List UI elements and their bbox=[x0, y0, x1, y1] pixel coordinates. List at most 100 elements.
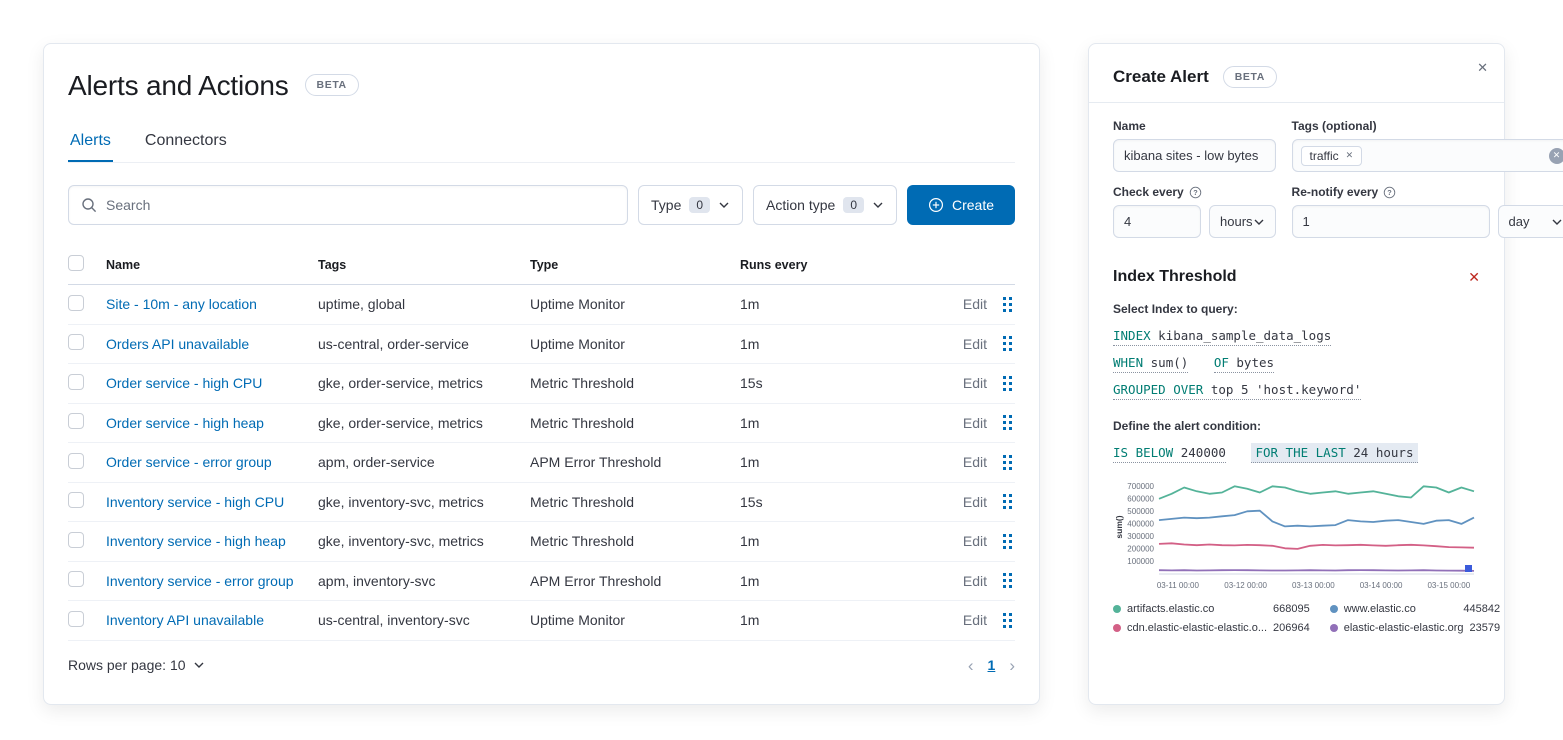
is-below-expression-button[interactable]: IS BELOW 240000 bbox=[1113, 445, 1226, 463]
edit-link[interactable]: Edit bbox=[935, 573, 987, 589]
svg-text:03-15 00:00: 03-15 00:00 bbox=[1427, 581, 1470, 590]
check-every-unit-select[interactable]: hours bbox=[1209, 205, 1276, 238]
actions-menu-icon[interactable] bbox=[987, 376, 1015, 391]
edit-link[interactable]: Edit bbox=[935, 336, 987, 352]
close-icon[interactable]: ✕ bbox=[1477, 60, 1488, 76]
actions-menu-icon[interactable] bbox=[987, 297, 1015, 312]
row-checkbox[interactable] bbox=[68, 611, 84, 627]
column-header-type[interactable]: Type bbox=[530, 258, 740, 272]
grouped-over-expression-button[interactable]: GROUPED OVER top 5 'host.keyword' bbox=[1113, 382, 1361, 400]
alert-name-link[interactable]: Inventory service - high heap bbox=[106, 533, 318, 549]
renotify-every-unit-select[interactable]: day bbox=[1498, 205, 1563, 238]
column-header-tags[interactable]: Tags bbox=[318, 258, 530, 272]
renotify-every-unit-value: day bbox=[1509, 214, 1530, 229]
table-row: Inventory service - high CPU gke, invent… bbox=[68, 483, 1015, 523]
row-checkbox[interactable] bbox=[68, 374, 84, 390]
edit-link[interactable]: Edit bbox=[935, 296, 987, 312]
page-number[interactable]: 1 bbox=[988, 657, 996, 673]
alert-tags: gke, order-service, metrics bbox=[318, 375, 530, 391]
tags-input[interactable]: traffic ✕ ✕ bbox=[1292, 139, 1563, 172]
tag-pill[interactable]: traffic ✕ bbox=[1301, 146, 1363, 166]
chevron-down-icon bbox=[1551, 216, 1563, 228]
action-type-filter-button[interactable]: Action type 0 bbox=[753, 185, 897, 225]
actions-menu-icon[interactable] bbox=[987, 455, 1015, 470]
row-checkbox[interactable] bbox=[68, 413, 84, 429]
alerts-table: Name Tags Type Runs every Site - 10m - a… bbox=[68, 249, 1015, 641]
alert-name-link[interactable]: Order service - error group bbox=[106, 454, 318, 470]
row-checkbox[interactable] bbox=[68, 334, 84, 350]
renotify-every-value-input[interactable] bbox=[1292, 205, 1490, 238]
name-input[interactable] bbox=[1113, 139, 1276, 172]
alert-name-link[interactable]: Order service - high CPU bbox=[106, 375, 318, 391]
create-button[interactable]: Create bbox=[907, 185, 1015, 225]
remove-alert-type-icon[interactable]: ✕ bbox=[1468, 269, 1480, 286]
column-header-name[interactable]: Name bbox=[106, 258, 318, 272]
search-box[interactable] bbox=[68, 185, 628, 225]
condition-line: IS BELOW 240000 FOR THE LAST 24 hours bbox=[1113, 445, 1480, 460]
legend-item[interactable]: cdn.elastic-elastic-elastic.o... 206964 bbox=[1113, 622, 1310, 634]
index-expression-button[interactable]: INDEX kibana_sample_data_logs bbox=[1113, 328, 1331, 346]
alert-type: Metric Threshold bbox=[530, 533, 740, 549]
edit-link[interactable]: Edit bbox=[935, 454, 987, 470]
svg-text:?: ? bbox=[1193, 188, 1198, 197]
row-checkbox[interactable] bbox=[68, 492, 84, 508]
svg-text:03-13 00:00: 03-13 00:00 bbox=[1292, 581, 1335, 590]
row-checkbox[interactable] bbox=[68, 571, 84, 587]
type-filter-button[interactable]: Type 0 bbox=[638, 185, 743, 225]
tab-connectors[interactable]: Connectors bbox=[143, 122, 229, 162]
alert-runs-every: 15s bbox=[740, 494, 935, 510]
alert-name-link[interactable]: Order service - high heap bbox=[106, 415, 318, 431]
when-keyword: WHEN bbox=[1113, 355, 1143, 370]
actions-menu-icon[interactable] bbox=[987, 494, 1015, 509]
previous-page-icon[interactable]: ‹ bbox=[968, 657, 974, 674]
actions-menu-icon[interactable] bbox=[987, 336, 1015, 351]
edit-link[interactable]: Edit bbox=[935, 494, 987, 510]
alert-name-link[interactable]: Site - 10m - any location bbox=[106, 296, 318, 312]
row-checkbox[interactable] bbox=[68, 295, 84, 311]
of-expression-button[interactable]: OF bytes bbox=[1214, 355, 1274, 373]
row-checkbox[interactable] bbox=[68, 532, 84, 548]
alert-name-link[interactable]: Orders API unavailable bbox=[106, 336, 318, 352]
edit-link[interactable]: Edit bbox=[935, 375, 987, 391]
select-index-label: Select Index to query: bbox=[1113, 302, 1480, 316]
legend-item[interactable]: www.elastic.co 445842 bbox=[1330, 603, 1500, 615]
alert-name-link[interactable]: Inventory service - high CPU bbox=[106, 494, 318, 510]
edit-link[interactable]: Edit bbox=[935, 533, 987, 549]
legend-item[interactable]: artifacts.elastic.co 668095 bbox=[1113, 603, 1310, 615]
grouped-expression-line: GROUPED OVER top 5 'host.keyword' bbox=[1113, 382, 1480, 397]
svg-text:600000: 600000 bbox=[1127, 494, 1154, 503]
tab-alerts[interactable]: Alerts bbox=[68, 122, 113, 162]
check-every-label: Check every bbox=[1113, 185, 1184, 199]
rows-per-page-button[interactable]: Rows per page: 10 bbox=[68, 657, 205, 673]
beta-badge: BETA bbox=[1223, 66, 1277, 88]
actions-menu-icon[interactable] bbox=[987, 534, 1015, 549]
clear-tags-icon[interactable]: ✕ bbox=[1549, 148, 1563, 164]
select-all-checkbox[interactable] bbox=[68, 255, 84, 271]
edit-link[interactable]: Edit bbox=[935, 415, 987, 431]
table-row: Order service - error group apm, order-s… bbox=[68, 443, 1015, 483]
alert-name-link[interactable]: Inventory service - error group bbox=[106, 573, 318, 589]
when-expression-button[interactable]: WHEN sum() bbox=[1113, 355, 1188, 373]
create-alert-flyout: Create Alert BETA ✕ Name Tags (optional)… bbox=[1088, 43, 1505, 705]
actions-menu-icon[interactable] bbox=[987, 415, 1015, 430]
for-the-last-expression-button[interactable]: FOR THE LAST 24 hours bbox=[1251, 443, 1417, 463]
create-button-label: Create bbox=[952, 197, 994, 213]
actions-menu-icon[interactable] bbox=[987, 613, 1015, 628]
remove-tag-icon[interactable]: ✕ bbox=[1346, 150, 1354, 161]
alert-tags: apm, inventory-svc bbox=[318, 573, 530, 589]
table-footer: Rows per page: 10 ‹ 1 › bbox=[68, 641, 1015, 690]
alert-type-title: Index Threshold bbox=[1113, 268, 1237, 286]
table-row: Orders API unavailable us-central, order… bbox=[68, 325, 1015, 365]
edit-link[interactable]: Edit bbox=[935, 612, 987, 628]
search-input[interactable] bbox=[106, 197, 615, 213]
next-page-icon[interactable]: › bbox=[1009, 657, 1015, 674]
svg-text:200000: 200000 bbox=[1127, 544, 1154, 553]
row-checkbox[interactable] bbox=[68, 453, 84, 469]
tabs: Alerts Connectors bbox=[68, 122, 1015, 163]
column-header-runs-every[interactable]: Runs every bbox=[740, 258, 935, 272]
actions-menu-icon[interactable] bbox=[987, 573, 1015, 588]
check-every-value-input[interactable] bbox=[1113, 205, 1201, 238]
alert-type-section-header: Index Threshold ✕ bbox=[1113, 268, 1480, 286]
alert-name-link[interactable]: Inventory API unavailable bbox=[106, 612, 318, 628]
legend-item[interactable]: elastic-elastic-elastic.org 23579 bbox=[1330, 622, 1500, 634]
